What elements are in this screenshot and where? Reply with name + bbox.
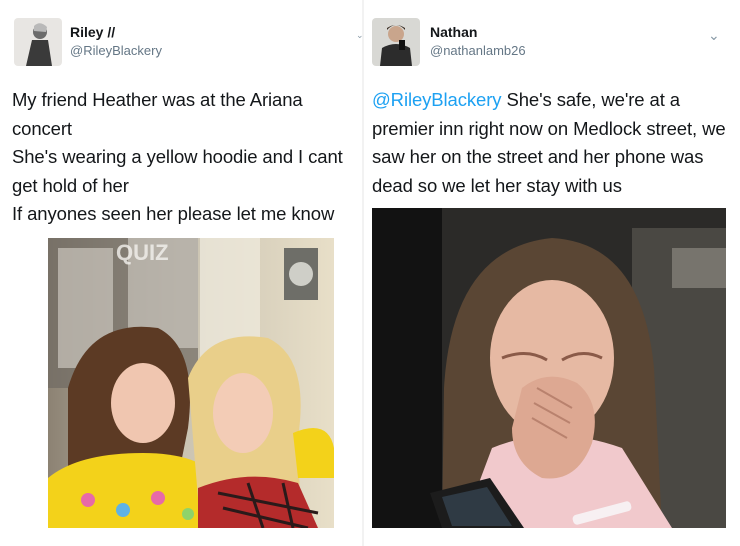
tweet-line: If anyones seen her please let me know bbox=[12, 203, 335, 224]
display-name[interactable]: Riley // bbox=[70, 24, 115, 40]
mention-link[interactable]: @RileyBlackery bbox=[372, 89, 502, 110]
chevron-down-icon[interactable]: ⌄ bbox=[356, 28, 364, 42]
tweet-text: @RileyBlackery She's safe, we're at a pr… bbox=[372, 86, 732, 200]
avatar[interactable] bbox=[372, 18, 420, 66]
tweet-line: She's wearing a yellow hoodie and I cant… bbox=[12, 146, 343, 196]
store-sign: QUIZ bbox=[116, 240, 169, 265]
tweet-text: My friend Heather was at the Ariana conc… bbox=[12, 86, 362, 229]
tweet-nathan: Nathan @nathanlamb26 ⌄ @RileyBlackery Sh… bbox=[364, 0, 740, 546]
tweet-riley: Riley // @RileyBlackery ⌄ My friend Heat… bbox=[0, 0, 364, 546]
tweet-photo[interactable]: QUIZ bbox=[48, 238, 334, 528]
display-name[interactable]: Nathan bbox=[430, 24, 477, 40]
username[interactable]: @nathanlamb26 bbox=[430, 43, 526, 58]
tweet-photo[interactable] bbox=[372, 208, 726, 528]
chevron-down-icon[interactable]: ⌄ bbox=[708, 28, 720, 42]
tweet-line: My friend Heather was at the Ariana conc… bbox=[12, 89, 303, 139]
username[interactable]: @RileyBlackery bbox=[70, 43, 162, 58]
avatar[interactable] bbox=[14, 18, 62, 66]
